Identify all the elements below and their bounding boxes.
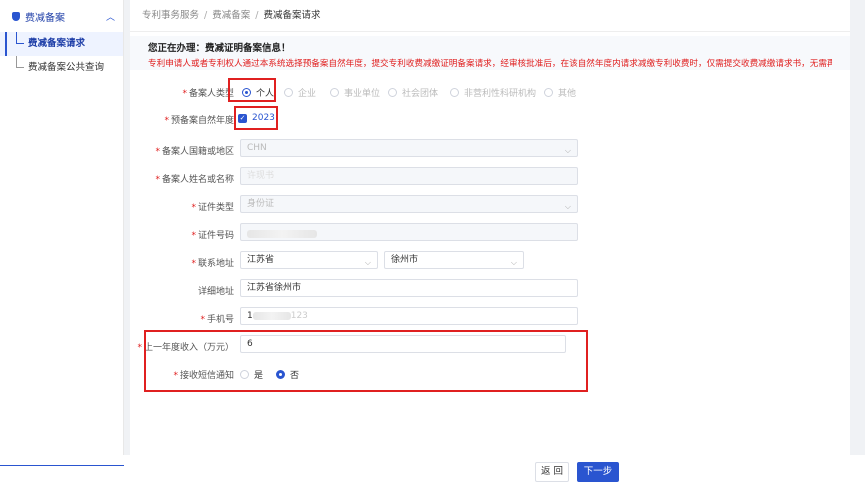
chevron-down-icon: ⌵ [564, 202, 571, 211]
phone-label: * 手机号 [200, 315, 234, 325]
main-panel: 专利事务服务 / 费减备案 / 费减备案请求 您正在办理：费减证明备案信息！ 专利申请人… [130, 0, 850, 455]
notice-title: 您正在办理：费减证明备案信息！ [148, 43, 291, 54]
highlight-box [144, 330, 588, 392]
bottom-bar [0, 455, 865, 496]
sidebar-item-label: 费减备案请求 [28, 38, 86, 49]
id-number-field[interactable] [240, 223, 578, 241]
sidebar-item-public-query[interactable]: 费减备案公共查询 [0, 56, 123, 80]
sidebar-item-fee-reduction-request[interactable]: 费减备案请求 [0, 32, 123, 56]
id-type-label: * 证件类型 [191, 203, 234, 213]
chevron-down-icon: ⌵ [510, 258, 517, 267]
highlight-box [228, 78, 276, 102]
chevron-down-icon: ⌵ [564, 146, 571, 155]
breadcrumb: 专利事务服务 / 费减备案 / 费减备案请求 [130, 0, 850, 32]
next-step-button[interactable]: 下一步 [577, 462, 619, 482]
highlight-box [234, 106, 278, 130]
chevron-down-icon: ⌵ [364, 258, 371, 267]
breadcrumb-current: 费减备案请求 [263, 10, 321, 21]
chevron-up-icon[interactable]: ︿ [106, 10, 115, 23]
breadcrumb-item[interactable]: 专利事务服务 [142, 10, 199, 21]
radio-nonprofit-research[interactable]: 非营利性科研机构 [450, 86, 536, 99]
breadcrumb-item[interactable]: 费减备案 [212, 10, 250, 21]
tree-connector [16, 56, 24, 68]
sidebar: 费减备案 ︿ 费减备案请求 费减备案公共查询 [0, 0, 124, 455]
address-label: * 联系地址 [191, 259, 234, 269]
year-label: * 预备案自然年度 [164, 116, 234, 126]
name-field[interactable]: 许现书 [240, 167, 578, 185]
id-type-select[interactable]: 身份证 ⌵ [240, 195, 578, 213]
id-number-label: * 证件号码 [191, 231, 234, 241]
sidebar-group-title: 费减备案 [25, 12, 65, 24]
back-button[interactable]: 返 回 [535, 462, 569, 482]
applicant-type-label: * 备案人类型 [182, 89, 234, 99]
detail-address-label: 详细地址 [197, 287, 234, 297]
sidebar-item-label: 费减备案公共查询 [28, 62, 105, 73]
notice-text: 专利申请人或者专利权人通过本系统选择预备案自然年度，提交专利收费减缴证明备案请求… [148, 59, 832, 69]
shield-icon [12, 11, 20, 21]
radio-public-institution[interactable]: 事业单位 [330, 86, 380, 99]
radio-social-organization[interactable]: 社会团体 [388, 86, 438, 99]
phone-field[interactable]: 1 123 [240, 307, 578, 325]
radio-enterprise[interactable]: 企业 [284, 86, 316, 99]
sidebar-group-header[interactable]: 费减备案 ︿ [0, 0, 123, 32]
tree-connector [16, 32, 24, 44]
radio-other[interactable]: 其他 [544, 86, 576, 99]
name-label: * 备案人姓名或名称 [155, 175, 234, 185]
city-select[interactable]: 徐州市 ⌵ [384, 251, 524, 269]
region-label: * 备案人国籍或地区 [155, 147, 234, 157]
detail-address-field[interactable]: 江苏省徐州市 [240, 279, 578, 297]
notice-panel: 您正在办理：费减证明备案信息！ 专利申请人或者专利权人通过本系统选择预备案自然年… [130, 36, 850, 70]
region-select[interactable]: CHN ⌵ [240, 139, 578, 157]
province-select[interactable]: 江苏省 ⌵ [240, 251, 378, 269]
divider [0, 465, 124, 466]
